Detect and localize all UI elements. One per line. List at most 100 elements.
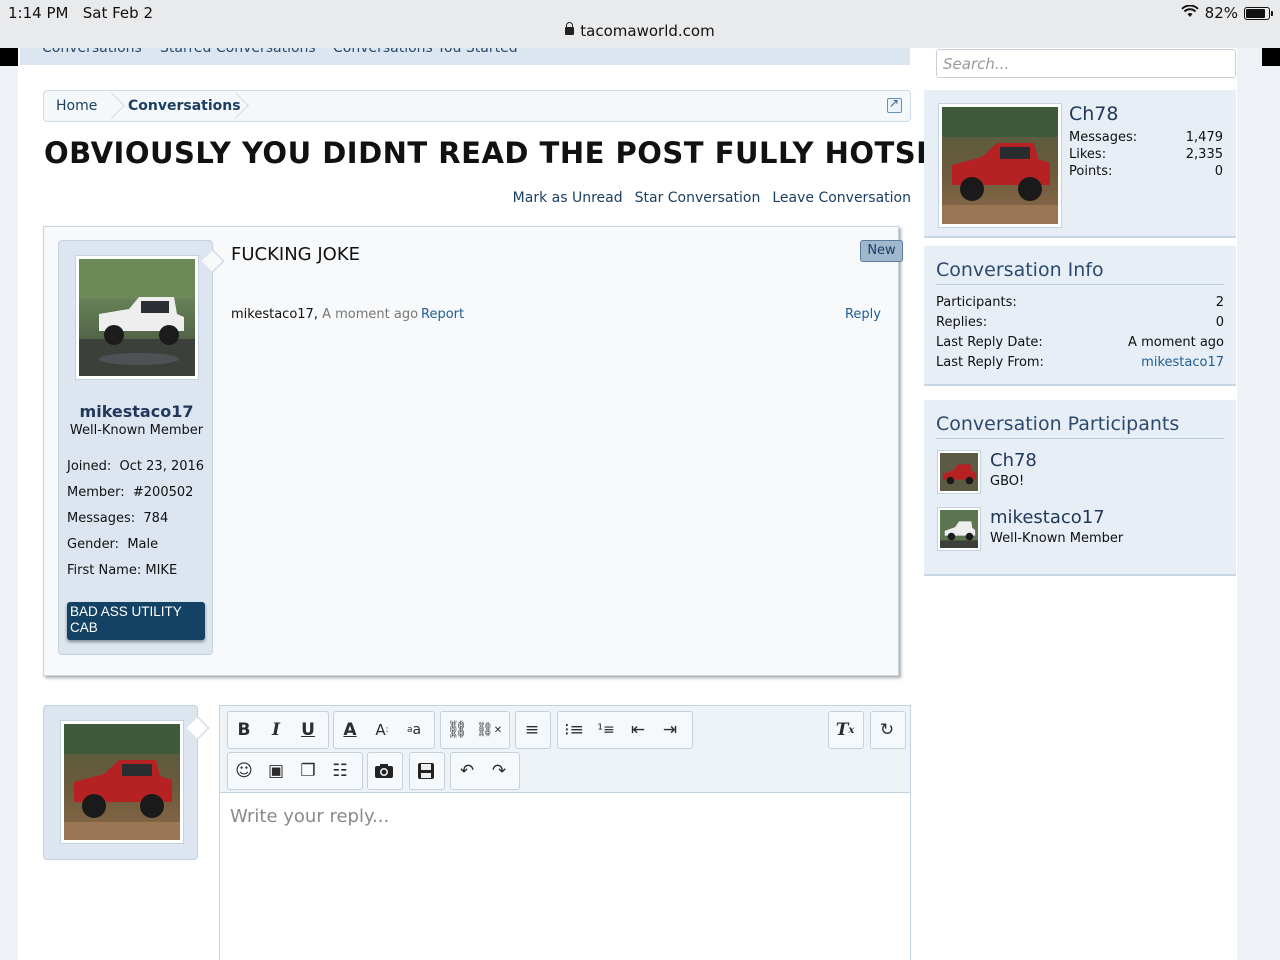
image-icon[interactable]: ▣ <box>260 753 292 789</box>
participant-title: Well-Known Member <box>990 531 1124 546</box>
user-member-number: Member: #200502 <box>67 485 194 500</box>
frame-edge <box>1262 48 1280 66</box>
message-author[interactable]: mikestaco17 <box>231 307 314 322</box>
quick-reply-avatar[interactable] <box>60 720 184 844</box>
indent-icon[interactable]: ⇥ <box>654 712 686 748</box>
restore-group: ↻ <box>870 711 906 749</box>
white-truck-photo <box>940 510 978 548</box>
page: Conversations Starred Conversations Conv… <box>18 48 1262 960</box>
redo-icon[interactable]: ↷ <box>483 753 515 789</box>
font-size-icon[interactable]: A: <box>366 712 398 748</box>
participant-avatar[interactable] <box>937 450 981 494</box>
editor-toolbar: B I U A A: aa ⛓ ⛓ ✕ ≡ ⁝≡ ¹≡ ⇤ ⇥ T x ↻ ☺ … <box>220 706 910 793</box>
visitor-likes: Likes: 2,335 <box>1069 147 1223 162</box>
last-reply-user-link[interactable]: mikestaco17 <box>1141 355 1224 370</box>
userblock-arrow <box>201 249 225 273</box>
breadcrumb-home[interactable]: Home <box>56 91 97 121</box>
user-banner: BAD ASS UTILITY CAB <box>67 602 205 640</box>
ios-status-bar: 1:14 PM Sat Feb 2 82% tacomaworld.com <box>0 0 1280 48</box>
status-indicators: 82% <box>1180 4 1273 22</box>
page-title: OBVIOUSLY YOU DIDNT READ THE POST FULLY … <box>44 136 987 170</box>
page-margin <box>1237 48 1262 960</box>
new-badge: New <box>860 240 903 262</box>
url-bar[interactable]: tacomaworld.com <box>0 22 1280 40</box>
reply-editor: B I U A A: aa ⛓ ⛓ ✕ ≡ ⁝≡ ¹≡ ⇤ ⇥ T x ↻ ☺ … <box>219 705 911 960</box>
search-input[interactable] <box>936 49 1236 78</box>
italic-button[interactable]: I <box>260 712 292 748</box>
list-group: ⁝≡ ¹≡ ⇤ ⇥ <box>557 711 693 749</box>
participant-name[interactable]: Ch78 <box>990 450 1037 471</box>
tab-starred-conversations[interactable]: Starred Conversations <box>160 48 316 56</box>
participant-avatar[interactable] <box>937 507 981 551</box>
remove-format-icon[interactable]: Tx <box>829 712 861 748</box>
unlink-icon[interactable]: ⛓ ✕ <box>473 712 505 748</box>
message-time: A moment ago <box>322 307 419 322</box>
frame-edge <box>0 48 18 66</box>
save-draft-icon[interactable] <box>410 753 442 789</box>
participants-heading: Conversation Participants <box>936 413 1224 439</box>
mark-unread-link[interactable]: Mark as Unread <box>513 190 623 206</box>
info-participants: Participants: 2 <box>936 295 1224 310</box>
insert-group: ☺ ▣ ❐ ☷ <box>227 752 363 790</box>
font-color-icon[interactable]: A <box>334 712 366 748</box>
visitor-points: Points: 0 <box>1069 164 1223 179</box>
quote-icon[interactable]: ☷ <box>324 753 356 789</box>
conversation-participants-panel: Conversation Participants Ch78 GBO! mike… <box>924 400 1236 576</box>
user-joined: Joined: Oct 23, 2016 <box>67 459 205 474</box>
camera-icon[interactable] <box>368 753 400 789</box>
avatar[interactable] <box>75 255 199 380</box>
camera-group <box>367 752 403 790</box>
undo-icon[interactable]: ↶ <box>451 753 483 789</box>
wifi-icon <box>1180 4 1199 22</box>
leave-conversation-link[interactable]: Leave Conversation <box>772 190 911 206</box>
bullet-list-icon[interactable]: ⁝≡ <box>558 712 590 748</box>
bold-button[interactable]: B <box>228 712 260 748</box>
align-group: ≡ <box>515 711 551 749</box>
smilie-icon[interactable]: ☺ <box>228 753 260 789</box>
white-truck-photo <box>79 259 195 376</box>
participant-name[interactable]: mikestaco17 <box>990 507 1105 528</box>
media-icon[interactable]: ❐ <box>292 753 324 789</box>
message-user-title: Well-Known Member <box>69 423 204 438</box>
battery-icon <box>1244 6 1273 20</box>
breadcrumb-separator <box>230 91 246 121</box>
link-group: ⛓ ⛓ ✕ <box>440 711 510 749</box>
url-text: tacomaworld.com <box>580 22 715 40</box>
font-family-icon[interactable]: aa <box>398 712 430 748</box>
status-clock: 1:14 PM Sat Feb 2 <box>8 4 153 22</box>
star-conversation-link[interactable]: Star Conversation <box>635 190 761 206</box>
visitor-avatar[interactable] <box>938 103 1062 228</box>
tab-conversations[interactable]: Conversations <box>42 48 142 56</box>
link-icon[interactable]: ⛓ <box>441 712 473 748</box>
visitor-panel: Ch78 Messages: 1,479 Likes: 2,335 Points: 0 <box>924 90 1236 238</box>
breadcrumb-separator <box>106 91 122 121</box>
user-gender: Gender: Male <box>67 537 159 552</box>
battery-percent: 82% <box>1204 4 1238 22</box>
jump-menu-icon[interactable] <box>887 96 902 113</box>
report-link[interactable]: Report <box>421 307 464 322</box>
conversation-info-heading: Conversation Info <box>936 259 1224 285</box>
red-truck-photo <box>64 724 180 840</box>
message-body: FUCKING JOKE <box>231 244 360 265</box>
info-last-reply-date: Last Reply Date: A moment ago <box>936 335 1224 350</box>
outdent-icon[interactable]: ⇤ <box>622 712 654 748</box>
info-last-reply-from: Last Reply From: mikestaco17 <box>936 355 1224 370</box>
restore-draft-icon[interactable]: ↻ <box>871 712 903 748</box>
reply-textarea[interactable] <box>220 794 910 960</box>
breadcrumb: Home Conversations <box>43 90 911 122</box>
quick-reply-user <box>43 705 210 860</box>
info-replies: Replies: 0 <box>936 315 1224 330</box>
underline-button[interactable]: U <box>292 712 324 748</box>
conversation-nav-tabs: Conversations Starred Conversations Conv… <box>20 48 910 65</box>
conversation-actions: Mark as Unread Star Conversation Leave C… <box>513 190 911 206</box>
message-username[interactable]: mikestaco17 <box>59 402 214 421</box>
history-group: ↶ ↷ <box>450 752 520 790</box>
reply-link[interactable]: Reply <box>845 307 881 322</box>
visitor-name[interactable]: Ch78 <box>1069 103 1119 125</box>
tab-conversations-you-started[interactable]: Conversations You Started <box>333 48 518 56</box>
save-group <box>409 752 445 790</box>
red-truck-photo <box>940 453 978 491</box>
clear-format-group: Tx <box>828 711 864 749</box>
align-left-icon[interactable]: ≡ <box>516 712 548 748</box>
numbered-list-icon[interactable]: ¹≡ <box>590 712 622 748</box>
